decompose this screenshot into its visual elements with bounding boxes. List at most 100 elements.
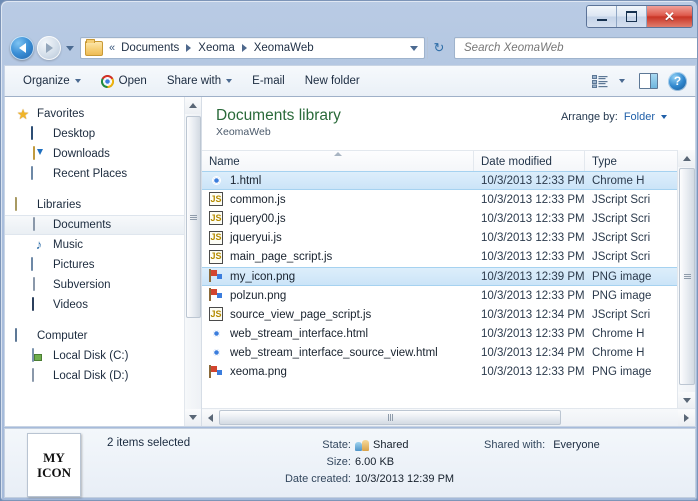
history-dropdown-button[interactable]	[64, 38, 76, 58]
minimize-button[interactable]	[587, 6, 617, 27]
sidebar-item-subversion[interactable]: Subversion	[5, 275, 201, 295]
sidebar-item-local-disk-c[interactable]: Local Disk (C:)	[5, 346, 201, 366]
table-row[interactable]: my_icon.png 10/3/2013 12:39 PM PNG image	[202, 267, 678, 286]
open-button[interactable]: Open	[93, 69, 155, 93]
new-folder-label: New folder	[305, 75, 360, 87]
jscript-icon: JS	[209, 250, 224, 265]
back-button[interactable]	[10, 36, 34, 60]
address-dropdown-button[interactable]	[410, 46, 418, 51]
forward-button[interactable]	[37, 36, 61, 60]
refresh-button[interactable]: ↻	[427, 37, 450, 59]
scroll-down-button[interactable]	[678, 392, 695, 409]
nav-group-computer[interactable]: Computer	[5, 326, 201, 346]
file-date: 10/3/2013 12:33 PM	[474, 232, 585, 244]
preview-pane-button[interactable]	[639, 73, 658, 89]
breadcrumb-documents[interactable]: Documents	[119, 41, 181, 55]
breadcrumb-bar[interactable]: « Documents Xeoma XeomaWeb	[80, 37, 425, 59]
table-row[interactable]: xeoma.png 10/3/2013 12:33 PM PNG image	[202, 363, 678, 382]
jscript-icon: JS	[209, 192, 224, 207]
chevron-right-icon[interactable]	[242, 44, 247, 52]
explorer-body: ★ Favorites Desktop Downloads Recent Pla…	[4, 97, 696, 427]
nav-group-libraries[interactable]: Libraries	[5, 195, 201, 215]
nav-group-favorites[interactable]: ★ Favorites	[5, 104, 201, 124]
minimize-icon	[597, 19, 607, 21]
sidebar-item-local-disk-d[interactable]: Local Disk (D:)	[5, 366, 201, 386]
arrange-by-control[interactable]: Arrange by: Folder	[561, 111, 667, 123]
title-bar: ✕	[1, 1, 698, 31]
table-row[interactable]: polzun.png 10/3/2013 12:33 PM PNG image	[202, 286, 678, 305]
nav-pane-scrollbar[interactable]	[184, 97, 201, 426]
sidebar-item-videos[interactable]: Videos	[5, 295, 201, 315]
table-row[interactable]: JS jqueryui.js 10/3/2013 12:33 PM JScrip…	[202, 229, 678, 248]
file-type: JScript Scri	[585, 251, 678, 263]
file-date: 10/3/2013 12:34 PM	[474, 309, 585, 321]
column-header-date-modified[interactable]: Date modified	[474, 151, 585, 172]
file-type: JScript Scri	[585, 309, 678, 321]
scroll-up-button[interactable]	[185, 97, 201, 114]
new-folder-button[interactable]: New folder	[297, 69, 368, 93]
table-row[interactable]: JS jquery00.js 10/3/2013 12:33 PM JScrip…	[202, 209, 678, 228]
documents-icon	[31, 218, 47, 232]
sidebar-item-music[interactable]: ♪ Music	[5, 235, 201, 255]
scroll-up-button[interactable]	[678, 150, 695, 167]
table-row[interactable]: JS common.js 10/3/2013 12:33 PM JScript …	[202, 190, 678, 209]
sidebar-item-recent-places[interactable]: Recent Places	[5, 164, 201, 184]
nav-label: Local Disk (D:)	[53, 370, 128, 382]
nav-label: Libraries	[37, 199, 81, 211]
sidebar-item-downloads[interactable]: Downloads	[5, 144, 201, 164]
change-view-button[interactable]	[590, 69, 627, 93]
column-header-name[interactable]: Name	[202, 151, 474, 172]
details-pane: MY ICON 2 items selected State: Shared S…	[4, 428, 696, 498]
arrange-by-value[interactable]: Folder	[624, 111, 655, 123]
sidebar-item-pictures[interactable]: Pictures	[5, 255, 201, 275]
breadcrumb-overflow-icon[interactable]: «	[109, 42, 115, 54]
file-list-vertical-scrollbar[interactable]	[677, 150, 695, 409]
scrollbar-thumb[interactable]	[186, 116, 201, 318]
share-with-button[interactable]: Share with	[159, 69, 240, 93]
scroll-down-button[interactable]	[185, 409, 201, 426]
file-name: main_page_script.js	[230, 251, 332, 263]
list-view-icon	[592, 75, 608, 88]
file-thumbnail: MY ICON	[27, 433, 81, 497]
maximize-button[interactable]	[617, 6, 647, 27]
file-name: web_stream_interface_source_view.html	[230, 347, 438, 359]
file-list-horizontal-scrollbar[interactable]	[202, 408, 695, 426]
chrome-icon	[101, 75, 114, 88]
scroll-left-button[interactable]	[202, 410, 219, 426]
shared-with-label: Shared with:	[484, 439, 545, 451]
scrollbar-thumb[interactable]	[219, 410, 561, 425]
sidebar-item-desktop[interactable]: Desktop	[5, 124, 201, 144]
shared-users-icon	[355, 440, 369, 452]
drive-icon	[31, 369, 47, 383]
date-created-value: 10/3/2013 12:39 PM	[355, 471, 454, 488]
chevron-right-icon[interactable]	[186, 44, 191, 52]
file-type: PNG image	[585, 271, 678, 283]
refresh-icon: ↻	[434, 40, 445, 56]
breadcrumb-xeomaweb[interactable]: XeomaWeb	[252, 41, 316, 55]
scrollbar-thumb[interactable]	[679, 168, 695, 385]
nav-label: Computer	[37, 330, 88, 342]
file-date: 10/3/2013 12:34 PM	[474, 347, 585, 359]
table-row[interactable]: JS source_view_page_script.js 10/3/2013 …	[202, 305, 678, 324]
breadcrumb-xeoma[interactable]: Xeoma	[196, 41, 236, 55]
share-with-label: Share with	[167, 75, 221, 87]
table-row[interactable]: web_stream_interface.html 10/3/2013 12:3…	[202, 325, 678, 344]
organize-button[interactable]: Organize	[15, 69, 89, 93]
column-header-type[interactable]: Type	[585, 151, 678, 172]
png-image-icon	[209, 288, 224, 303]
chrome-html-icon	[209, 173, 224, 188]
file-name: jquery00.js	[230, 213, 286, 225]
table-row[interactable]: web_stream_interface_source_view.html 10…	[202, 344, 678, 363]
sidebar-item-documents[interactable]: Documents	[5, 215, 201, 235]
table-row[interactable]: JS main_page_script.js 10/3/2013 12:33 P…	[202, 248, 678, 267]
search-box[interactable]: ⌕	[454, 37, 698, 59]
scroll-right-button[interactable]	[678, 410, 695, 426]
email-button[interactable]: E-mail	[244, 69, 293, 93]
search-input[interactable]	[462, 41, 698, 55]
help-button[interactable]: ?	[668, 72, 687, 91]
close-button[interactable]: ✕	[647, 6, 692, 27]
file-name-cell: xeoma.png	[202, 365, 474, 380]
detail-date-created: Date created: 10/3/2013 12:39 PM	[239, 471, 484, 488]
subversion-icon	[31, 278, 47, 292]
table-row[interactable]: 1.html 10/3/2013 12:33 PM Chrome H	[202, 171, 678, 190]
